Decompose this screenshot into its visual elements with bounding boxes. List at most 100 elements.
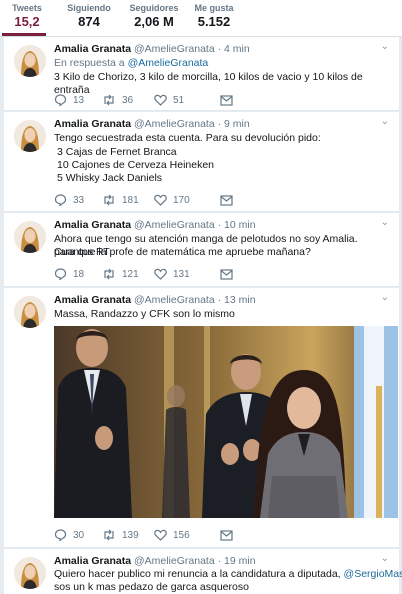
- avatar-image-icon: [14, 120, 46, 152]
- photo-image: [54, 326, 398, 518]
- retweet-button[interactable]: 121: [102, 267, 139, 281]
- retweet-button[interactable]: 36: [102, 93, 133, 107]
- tweet-actions: 30 139 156: [54, 528, 244, 542]
- like-button[interactable]: 51: [154, 93, 184, 107]
- avatar-image-icon: [14, 45, 46, 77]
- envelope-icon: [220, 194, 233, 206]
- stat-followers-value: 2,06 M: [134, 14, 174, 29]
- envelope-icon: [220, 94, 233, 106]
- tweet-actions: 33 181 170: [54, 193, 244, 207]
- reply-button[interactable]: 13: [54, 93, 84, 107]
- author-name[interactable]: Amalia Granata: [54, 294, 131, 306]
- stat-likes-label: Me gusta: [194, 3, 234, 13]
- separator-dot: ·: [217, 43, 222, 55]
- tweet-text-line: 3 Cajas de Fernet Branca: [57, 146, 177, 158]
- avatar-image-icon: [14, 221, 46, 253]
- chevron-down-icon[interactable]: ⌄: [381, 217, 389, 228]
- chevron-down-icon[interactable]: ⌄: [381, 292, 389, 303]
- author-name[interactable]: Amalia Granata: [54, 43, 131, 55]
- tweet-header: Amalia Granata @AmelieGranata · 10 min: [54, 219, 256, 232]
- reply-icon: [54, 194, 67, 206]
- like-button[interactable]: 170: [154, 193, 190, 207]
- author-handle[interactable]: @AmelieGranata: [134, 118, 215, 130]
- tweet-text-line: Tengo secuestrada esta cuenta. Para su d…: [54, 132, 321, 144]
- tweet-text-part: Quiero hacer publico mi renuncia a la ca…: [54, 568, 341, 580]
- retweet-icon: [104, 529, 114, 541]
- tweet-text-line: 5 Whisky Jack Daniels: [57, 172, 163, 184]
- heart-icon: [154, 268, 167, 280]
- author-name[interactable]: Amalia Granata: [54, 555, 131, 567]
- tweet-actions: 18 121 131: [54, 267, 244, 281]
- tweet-time[interactable]: 9 min: [224, 118, 250, 130]
- reply-button[interactable]: 18: [54, 267, 84, 281]
- tweet-text-line: Quiero hacer publico mi renuncia a la ca…: [54, 568, 402, 581]
- like-button[interactable]: 156: [154, 528, 190, 542]
- avatar[interactable]: [14, 120, 46, 152]
- like-count: 131: [173, 268, 190, 280]
- direct-message-button[interactable]: [220, 193, 233, 207]
- stat-following[interactable]: Siguiendo 874: [66, 3, 112, 30]
- tweet[interactable]: Amalia Granata @AmelieGranata · 10 min ⌄…: [4, 213, 399, 287]
- tweet-photo[interactable]: [54, 326, 398, 518]
- avatar-image-icon: [14, 296, 46, 328]
- heart-icon: [154, 194, 167, 206]
- reply-button[interactable]: 33: [54, 193, 84, 207]
- chevron-down-icon[interactable]: ⌄: [381, 116, 389, 127]
- stat-following-label: Siguiendo: [67, 3, 111, 13]
- like-count: 170: [173, 194, 190, 206]
- reply-count: 13: [73, 94, 85, 106]
- reply-button[interactable]: 30: [54, 528, 84, 542]
- avatar[interactable]: [14, 296, 46, 328]
- chevron-down-icon[interactable]: ⌄: [381, 41, 389, 52]
- separator-dot: ·: [217, 219, 222, 231]
- tweet-text-line: sos un k mas pedazo de garca asqueroso: [54, 581, 249, 593]
- direct-message-button[interactable]: [220, 528, 233, 542]
- author-handle[interactable]: @AmelieGranata: [134, 43, 215, 55]
- retweet-count: 36: [122, 94, 134, 106]
- avatar[interactable]: [14, 221, 46, 253]
- tweet-text-line: 10 Cajones de Cerveza Heineken: [57, 159, 215, 171]
- separator-dot: ·: [217, 118, 222, 130]
- chevron-down-icon[interactable]: ⌄: [381, 553, 389, 564]
- author-handle[interactable]: @AmelieGranata: [134, 294, 215, 306]
- heart-icon: [154, 94, 167, 106]
- separator-dot: ·: [217, 294, 222, 306]
- tweet-header: Amalia Granata @AmelieGranata · 9 min: [54, 118, 250, 131]
- stat-followers-label: Seguidores: [129, 3, 179, 13]
- heart-icon: [154, 529, 167, 541]
- tweet-header: Amalia Granata @AmelieGranata · 13 min: [54, 294, 256, 307]
- tweet[interactable]: Amalia Granata @AmelieGranata · 4 min ⌄ …: [4, 37, 399, 111]
- tweet-time[interactable]: 4 min: [224, 43, 250, 55]
- retweet-button[interactable]: 139: [102, 528, 139, 542]
- tweet-time[interactable]: 19 min: [224, 555, 256, 567]
- stat-likes[interactable]: Me gusta 5.152: [192, 3, 236, 30]
- like-button[interactable]: 131: [154, 267, 190, 281]
- tweet[interactable]: Amalia Granata @AmelieGranata · 9 min ⌄ …: [4, 112, 399, 212]
- retweet-button[interactable]: 181: [102, 193, 139, 207]
- author-name[interactable]: Amalia Granata: [54, 118, 131, 130]
- tweet-time[interactable]: 13 min: [224, 294, 256, 306]
- reply-count: 30: [73, 529, 85, 541]
- tweet-text-line: para que la profe de matemática me aprue…: [54, 246, 311, 258]
- author-handle[interactable]: @AmelieGranata: [134, 555, 215, 567]
- tweet[interactable]: Amalia Granata @AmelieGranata · 19 min ⌄…: [4, 549, 402, 594]
- tweet[interactable]: Amalia Granata @AmelieGranata · 13 min ⌄…: [4, 288, 399, 548]
- reply-prefix: En respuesta a: [54, 57, 125, 69]
- reply-mention-link[interactable]: @AmelieGranata: [128, 57, 209, 69]
- profile-stats-bar: Tweets 15,2 K Siguiendo 874 Seguidores 2…: [0, 0, 402, 45]
- direct-message-button[interactable]: [220, 93, 233, 107]
- author-handle[interactable]: @AmelieGranata: [134, 219, 215, 231]
- retweet-count: 121: [122, 268, 139, 280]
- tweet-header: Amalia Granata @AmelieGranata · 4 min: [54, 43, 250, 56]
- author-name[interactable]: Amalia Granata: [54, 219, 131, 231]
- retweet-icon: [104, 268, 114, 280]
- mention-link[interactable]: @SergioMassa: [344, 568, 402, 580]
- reply-icon: [54, 529, 67, 541]
- direct-message-button[interactable]: [220, 267, 233, 281]
- stat-followers[interactable]: Seguidores 2,06 M: [128, 3, 180, 30]
- tweet-header: Amalia Granata @AmelieGranata · 19 min: [54, 555, 256, 568]
- tweet-time[interactable]: 10 min: [224, 219, 256, 231]
- stat-tweets-label: Tweets: [12, 3, 42, 13]
- avatar[interactable]: [14, 45, 46, 77]
- avatar[interactable]: [14, 557, 46, 589]
